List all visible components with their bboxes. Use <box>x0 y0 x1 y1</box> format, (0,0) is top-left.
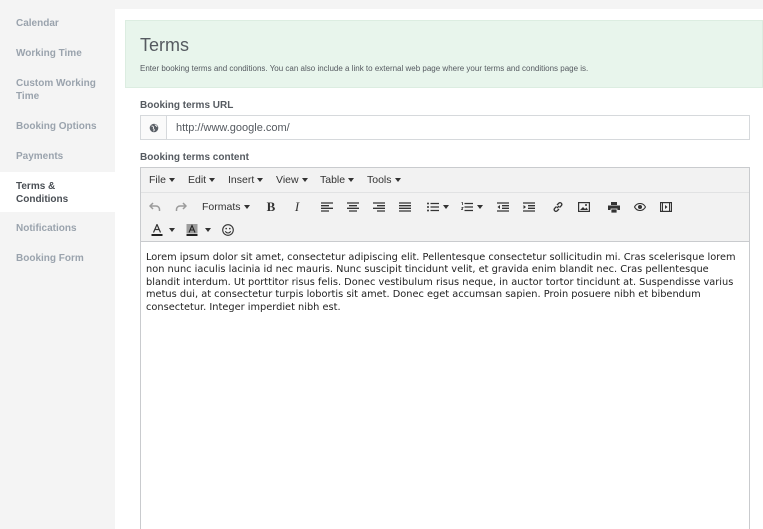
italic-icon[interactable]: I <box>289 199 305 215</box>
menu-insert-label: Insert <box>228 174 255 186</box>
menu-view[interactable]: View <box>276 174 308 186</box>
formats-label: Formats <box>202 201 241 213</box>
redo-icon[interactable] <box>173 199 189 215</box>
chevron-down-icon <box>243 205 250 210</box>
align-center-icon[interactable] <box>345 199 361 215</box>
sidebar-item-booking-options[interactable]: Booking Options <box>0 120 115 133</box>
url-input[interactable] <box>168 116 748 139</box>
editor-content[interactable]: Lorem ipsum dolor sit amet, consectetur … <box>146 252 741 314</box>
bullet-list-icon[interactable] <box>425 199 441 215</box>
page-description: Enter booking terms and conditions. You … <box>140 64 589 73</box>
editor-menubar: File Edit Insert View Table Tools <box>141 168 749 193</box>
preview-eye-icon[interactable] <box>632 199 648 215</box>
numbered-list-icon[interactable] <box>459 199 475 215</box>
rich-text-editor: File Edit Insert View Table Tools Format… <box>140 167 750 529</box>
chevron-down-icon <box>394 178 401 183</box>
sidebar-item-booking-form[interactable]: Booking Form <box>0 252 115 265</box>
background-color-icon[interactable] <box>184 222 200 238</box>
sidebar-item-terms-conditions[interactable]: Terms & Conditions <box>0 172 115 212</box>
chevron-down-icon <box>209 178 216 183</box>
content-field-label: Booking terms content <box>140 152 249 163</box>
menu-edit[interactable]: Edit <box>188 174 216 186</box>
menu-insert[interactable]: Insert <box>228 174 264 186</box>
top-divider <box>115 0 763 9</box>
chevron-down-icon <box>257 178 264 183</box>
sidebar: Calendar Working Time Custom Working Tim… <box>0 0 115 529</box>
menu-file[interactable]: File <box>149 174 175 186</box>
media-icon[interactable] <box>658 199 674 215</box>
page-header: Terms Enter booking terms and conditions… <box>125 20 763 88</box>
chevron-down-icon[interactable] <box>167 222 177 238</box>
image-icon[interactable] <box>576 199 592 215</box>
text-color-icon[interactable] <box>149 222 165 238</box>
editor-toolbar: Formats B I <box>141 193 749 242</box>
chevron-down-icon <box>168 178 175 183</box>
menu-view-label: View <box>276 174 299 186</box>
globe-icon <box>141 116 167 139</box>
formats-dropdown[interactable]: Formats <box>202 201 250 213</box>
sidebar-item-calendar[interactable]: Calendar <box>0 17 115 30</box>
emoticons-icon[interactable] <box>220 222 236 238</box>
menu-tools-label: Tools <box>367 174 392 186</box>
undo-icon[interactable] <box>147 199 163 215</box>
chevron-down-icon <box>348 178 355 183</box>
main-panel: Terms Enter booking terms and conditions… <box>115 0 763 529</box>
menu-edit-label: Edit <box>188 174 207 186</box>
page-title: Terms <box>140 35 189 55</box>
menu-table-label: Table <box>320 174 346 186</box>
sidebar-item-custom-working-time[interactable]: Custom Working Time <box>0 77 115 103</box>
sidebar-item-payments[interactable]: Payments <box>0 150 115 163</box>
chevron-down-icon[interactable] <box>441 199 451 215</box>
sidebar-item-notifications[interactable]: Notifications <box>0 222 115 235</box>
url-field-label: Booking terms URL <box>140 100 234 111</box>
print-icon[interactable] <box>606 199 622 215</box>
menu-tools[interactable]: Tools <box>367 174 401 186</box>
align-left-icon[interactable] <box>319 199 335 215</box>
menu-file-label: File <box>149 174 166 186</box>
chevron-down-icon <box>301 178 308 183</box>
align-justify-icon[interactable] <box>397 199 413 215</box>
indent-icon[interactable] <box>521 199 537 215</box>
align-right-icon[interactable] <box>371 199 387 215</box>
sidebar-item-working-time[interactable]: Working Time <box>0 47 115 60</box>
chevron-down-icon[interactable] <box>203 222 213 238</box>
outdent-icon[interactable] <box>495 199 511 215</box>
menu-table[interactable]: Table <box>320 174 355 186</box>
url-input-group <box>140 115 750 140</box>
link-icon[interactable] <box>550 199 566 215</box>
bold-icon[interactable]: B <box>263 199 279 215</box>
chevron-down-icon[interactable] <box>475 199 485 215</box>
